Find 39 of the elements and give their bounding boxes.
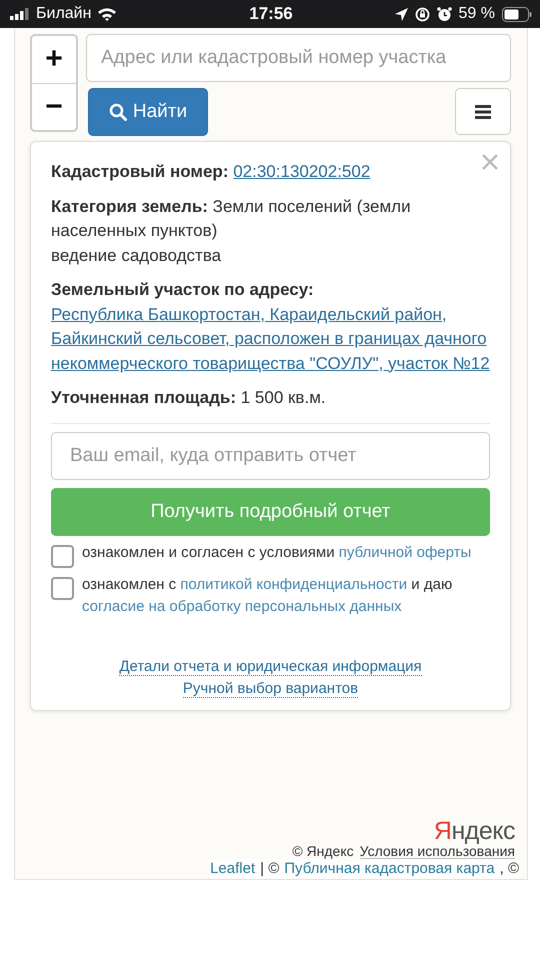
search-field[interactable]: Адрес или кадастровый номер участка [86,34,511,82]
close-icon [482,154,498,170]
info-field: Уточненная площадь: 1 500 кв.м. [51,386,490,410]
info-field: Категория земель: Земли поселений (земли населенных пунктов) [51,194,490,244]
info-note: ведение садоводства [51,244,222,266]
copyright-text: © Яндекс [292,844,354,859]
signal-icon [10,8,30,20]
consent-link[interactable]: политикой конфиденциальности [180,576,408,592]
alarm-icon [436,6,452,22]
details-link[interactable]: Детали отчета и юридическая информация [119,658,422,676]
attribution-text: | © [260,859,280,879]
details-link[interactable]: Ручной выбор вариантов [182,680,358,698]
menu-button[interactable] [455,88,511,135]
clock-time: 17:56 [249,4,293,24]
carrier-name: Билайн [36,5,92,23]
zoom-out-button[interactable]: − [32,82,76,130]
menu-icon [475,104,491,118]
yandex-logo: Яндекс [434,818,515,844]
search-button[interactable]: Найти [88,88,208,136]
attribution-link[interactable]: Публичная кадастровая карта [284,859,495,879]
attribution-link[interactable]: Leaflet [210,859,256,879]
attribution-text: , © [500,859,519,879]
location-arrow-icon [394,8,408,20]
info-field: Кадастровый номер: 02:30:130202:502 [51,160,490,184]
wifi-icon [97,7,118,21]
consent-checkbox[interactable] [51,576,74,600]
consent-link[interactable]: согласие на обработку персональных данных [82,598,402,614]
info-link[interactable]: 02:30:130202:502 [233,160,370,184]
battery-icon [502,6,532,22]
info-link[interactable]: Республика Башкортостан, Караидельский район, Байкинский сельсовет, расположен в границах дачного некоммерческого товарищества "СОУЛУ", участок №12 [51,302,490,376]
info-field: Земельный участок по адресу: Республика Башкортостан, Караидельский район, Байкинский сельсовет, расположен в границах дачного некоммерческого товарищества "СОУЛУ", участок №12 [51,278,490,376]
search-icon [108,103,127,121]
consent-text: ознакомлен с политикой конфиденциальности и даю согласие на обработку персональных данных [82,574,454,616]
rotation-lock-icon [414,6,430,22]
consent-checkbox[interactable] [51,544,74,568]
battery-percent: 59 % [458,5,495,23]
email-field[interactable]: Ваш email, куда отправить отчет [51,432,490,480]
consent-link[interactable]: публичной оферты [338,544,472,560]
consent-text: ознакомлен и согласен с условиями публичной оферты [82,542,472,562]
